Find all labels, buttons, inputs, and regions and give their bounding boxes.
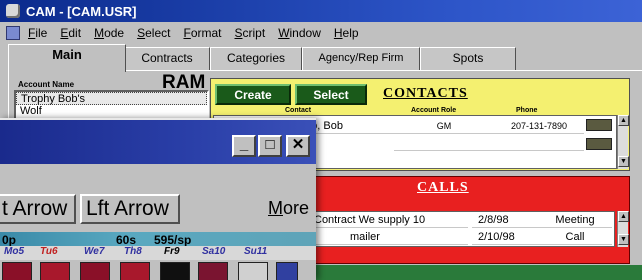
minimize-icon[interactable]: _ (232, 135, 256, 157)
account-row[interactable]: Trophy Bob's (16, 92, 207, 105)
scroll-up-icon[interactable]: ▲ (618, 211, 629, 222)
menu-help[interactable]: Help (334, 26, 359, 40)
schedule-block[interactable] (80, 262, 110, 280)
menu-file[interactable]: File (28, 26, 47, 40)
menu-bar: File Edit Mode Select Format Script Wind… (0, 22, 642, 43)
calls-title: CALLS (417, 180, 469, 195)
contacts-scrollbar[interactable]: ▲ ▼ (617, 115, 629, 169)
calendar-left-label: 0p (2, 233, 17, 247)
column-header-role: Account Role (411, 107, 457, 114)
schedule-block[interactable] (198, 262, 228, 280)
scroll-down-icon[interactable]: ▼ (618, 234, 629, 245)
left-arrow-button[interactable]: Lft Arrow (80, 194, 180, 224)
row-action-button[interactable] (586, 119, 612, 131)
scroll-down-icon[interactable]: ▼ (618, 156, 629, 167)
column-header-phone: Phone (516, 107, 538, 114)
day-label[interactable]: Su11 (244, 246, 267, 257)
calendar-window: _ □ ✕ t Arrow Lft Arrow More 0p 60s 595/… (0, 118, 316, 280)
tab-spots[interactable]: Spots (420, 47, 516, 71)
contact-phone-cell[interactable]: 207-131-7890 (494, 118, 584, 134)
tab-row: Main Contracts Categories Agency/Rep Fir… (0, 43, 642, 72)
day-label[interactable]: Sa10 (202, 246, 225, 257)
contact-empty-row[interactable] (394, 135, 584, 151)
schedule-block[interactable] (120, 262, 150, 280)
menu-mode[interactable]: Mode (94, 26, 124, 40)
day-label[interactable]: Fr9 (164, 246, 180, 257)
create-button[interactable]: Create (215, 84, 291, 105)
tab-agency-rep-firm[interactable]: Agency/Rep Firm (302, 47, 420, 71)
menu-window[interactable]: Window (278, 26, 321, 40)
calendar-mid-label: 60s (116, 233, 137, 247)
tab-contracts[interactable]: Contracts (124, 47, 210, 71)
app-icon[interactable] (6, 4, 20, 18)
schedule-block[interactable] (276, 262, 298, 280)
day-label[interactable]: Th8 (124, 246, 142, 257)
contact-role-cell[interactable]: GM (394, 118, 494, 134)
call-note-cell[interactable]: Contract We supply 10 (310, 212, 468, 228)
scroll-up-icon[interactable]: ▲ (618, 115, 629, 126)
menu-format[interactable]: Format (183, 26, 221, 40)
day-label[interactable]: Mo5 (4, 246, 24, 257)
account-name-label: Account Name (18, 80, 75, 89)
select-button[interactable]: Select (295, 84, 367, 105)
calls-grid: Contract We supply 10 2/8/98 Meeting mai… (309, 211, 615, 247)
window-title: CAM - [CAM.USR] (26, 3, 137, 19)
row-action-button[interactable] (586, 138, 612, 150)
menu-edit[interactable]: Edit (60, 26, 81, 40)
call-action-cell[interactable]: Meeting (538, 212, 612, 228)
schedule-block[interactable] (238, 262, 268, 280)
schedule-block[interactable] (160, 262, 190, 280)
more-button[interactable]: More (268, 198, 309, 219)
bottom-status-strip (300, 265, 642, 280)
day-label[interactable]: We7 (84, 246, 104, 257)
maximize-icon[interactable]: □ (258, 135, 282, 157)
call-date-cell[interactable]: 2/8/98 (472, 212, 538, 228)
day-header-row: Mo5 Tu6 We7 Th8 Fr9 Sa10 Su11 (0, 246, 316, 260)
close-icon[interactable]: ✕ (286, 135, 310, 157)
title-bar[interactable]: CAM - [CAM.USR] (0, 0, 642, 22)
schedule-block[interactable] (40, 262, 70, 280)
call-note-cell[interactable]: mailer (310, 229, 468, 245)
menu-select[interactable]: Select (137, 26, 170, 40)
calls-scrollbar[interactable]: ▲ ▼ (617, 211, 629, 247)
call-action-cell[interactable]: Call (538, 229, 612, 245)
calls-panel: CALLS Contract We supply 10 2/8/98 Meeti… (300, 176, 630, 264)
tab-main[interactable]: Main (8, 44, 126, 72)
account-row[interactable]: Wolf (16, 105, 207, 118)
contacts-title: CONTACTS (383, 86, 468, 101)
calendar-right-label: 595/sp (154, 233, 192, 247)
document-icon[interactable] (6, 25, 20, 40)
schedule-block[interactable] (2, 262, 32, 280)
call-date-cell[interactable]: 2/10/98 (472, 229, 538, 245)
schedule-blocks (0, 260, 316, 280)
day-label[interactable]: Tu6 (40, 246, 58, 257)
menu-script[interactable]: Script (235, 26, 266, 40)
column-header-contact: Contact (285, 107, 312, 114)
tab-categories[interactable]: Categories (210, 47, 302, 71)
right-arrow-button[interactable]: t Arrow (0, 194, 76, 224)
